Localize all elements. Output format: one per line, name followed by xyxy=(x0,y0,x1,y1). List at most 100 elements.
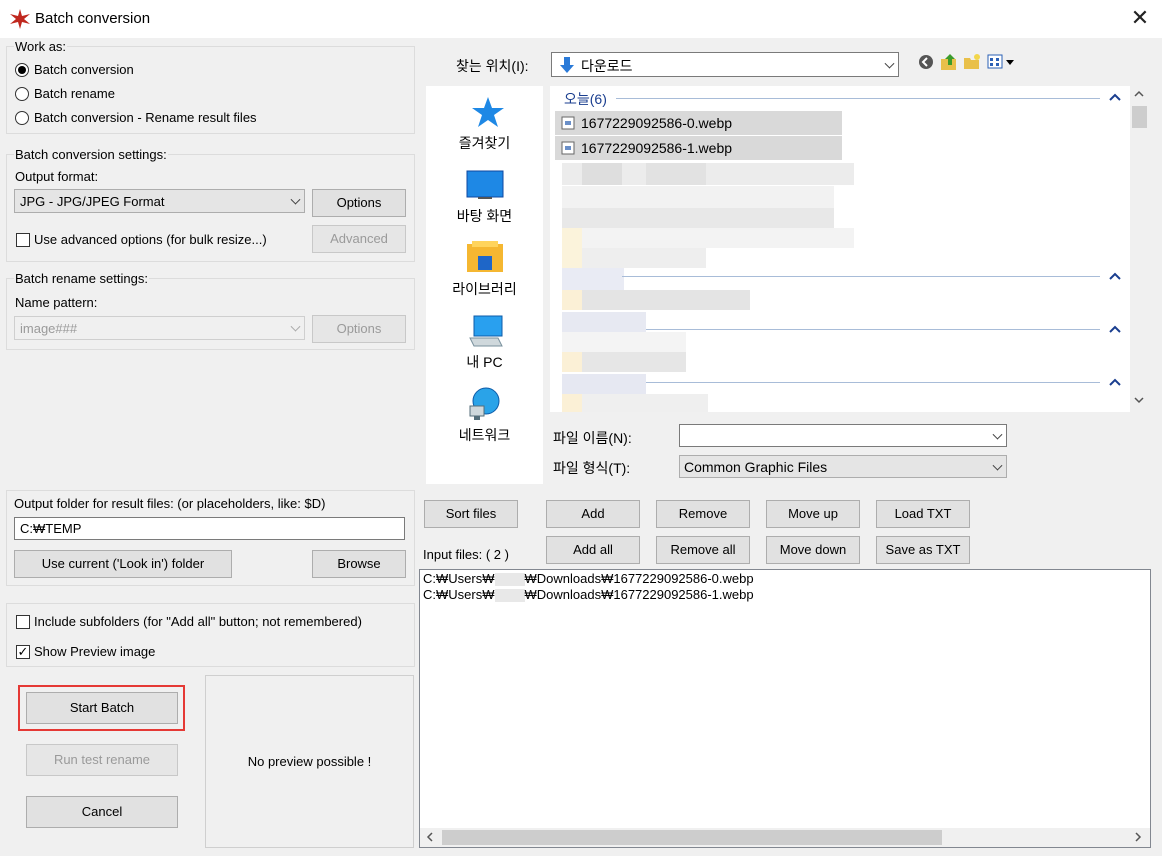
rename-options-button[interactable]: Options xyxy=(312,315,406,343)
view-menu-icon[interactable] xyxy=(987,54,1015,70)
scroll-thumb[interactable] xyxy=(1132,106,1147,128)
blurred-item xyxy=(562,268,624,290)
network-icon[interactable] xyxy=(466,386,504,422)
output-format-value: JPG - JPG/JPEG Format xyxy=(20,194,165,209)
start-batch-button[interactable]: Start Batch xyxy=(26,692,178,724)
chevron-down-icon xyxy=(290,321,301,332)
add-all-button[interactable]: Add all xyxy=(546,536,640,564)
output-folder-field[interactable]: C:₩TEMP xyxy=(14,517,405,540)
include-subfolders-checkbox[interactable] xyxy=(16,615,30,629)
work-as-label: Work as: xyxy=(14,39,68,54)
remove-button[interactable]: Remove xyxy=(656,500,750,528)
scroll-down-icon[interactable] xyxy=(1134,396,1144,404)
scroll-right-icon[interactable] xyxy=(1134,832,1142,842)
input-file-prefix: C:₩Users₩ xyxy=(423,571,495,586)
collapse-icon[interactable] xyxy=(1109,272,1121,280)
radio-batch-rename-label[interactable]: Batch rename xyxy=(34,86,115,101)
chevron-down-icon xyxy=(290,194,301,205)
download-arrow-icon xyxy=(560,57,574,73)
input-files-label: Input files: ( 2 ) xyxy=(423,547,509,562)
library-icon[interactable] xyxy=(466,240,504,274)
advanced-options-checkbox[interactable] xyxy=(16,233,30,247)
input-file-prefix: C:₩Users₩ xyxy=(423,587,495,602)
name-pattern-select[interactable]: image### xyxy=(14,316,305,340)
radio-batch-conversion-label[interactable]: Batch conversion xyxy=(34,62,134,77)
look-in-label: 찾는 위치(I): xyxy=(456,58,529,74)
use-current-folder-button[interactable]: Use current ('Look in') folder xyxy=(14,550,232,578)
close-icon[interactable]: ✕ xyxy=(1128,6,1152,30)
scroll-left-icon[interactable] xyxy=(426,832,434,842)
file-list-scrollbar[interactable] xyxy=(1130,86,1148,412)
name-pattern-label: Name pattern: xyxy=(15,295,98,310)
look-in-select[interactable]: 다운로드 xyxy=(551,52,899,77)
move-up-button[interactable]: Move up xyxy=(766,500,860,528)
advanced-button[interactable]: Advanced xyxy=(312,225,406,253)
output-folder-value: C:₩TEMP xyxy=(20,521,82,536)
blurred-item xyxy=(562,208,834,228)
group-header-today[interactable]: 오늘(6) xyxy=(564,89,607,109)
place-this-pc[interactable]: 내 PC xyxy=(426,352,543,372)
format-options-button[interactable]: Options xyxy=(312,189,406,217)
desktop-icon[interactable] xyxy=(466,170,504,200)
filetype-label: 파일 형식(T): xyxy=(553,460,631,476)
browse-button[interactable]: Browse xyxy=(312,550,406,578)
cancel-button[interactable]: Cancel xyxy=(26,796,178,828)
blurred-item xyxy=(562,186,834,208)
radio-conversion-rename[interactable] xyxy=(15,111,29,125)
scroll-up-icon[interactable] xyxy=(1134,90,1144,98)
filetype-value: Common Graphic Files xyxy=(684,459,828,475)
filename-input[interactable] xyxy=(679,424,1007,447)
blurred-item xyxy=(562,394,708,412)
radio-batch-conversion[interactable] xyxy=(15,63,29,77)
group-divider xyxy=(622,276,1100,277)
collapse-icon[interactable] xyxy=(1109,93,1121,101)
place-desktop[interactable]: 바탕 화면 xyxy=(426,206,543,226)
window-title: Batch conversion xyxy=(35,10,151,27)
input-file-row[interactable]: C:₩Users₩ ₩Downloads₩1677229092586-1.webp xyxy=(423,587,754,603)
radio-batch-rename[interactable] xyxy=(15,87,29,101)
run-test-rename-button[interactable]: Run test rename xyxy=(26,744,178,776)
blurred-item xyxy=(562,312,646,332)
place-favorites[interactable]: 즐겨찾기 xyxy=(426,133,543,153)
file-name[interactable]: 1677229092586-1.webp xyxy=(581,140,732,156)
collapse-icon[interactable] xyxy=(1109,378,1121,386)
output-format-select[interactable]: JPG - JPG/JPEG Format xyxy=(14,189,305,213)
output-folder-label: Output folder for result files: (or plac… xyxy=(14,496,326,511)
sort-files-button[interactable]: Sort files xyxy=(424,500,518,528)
hscroll-thumb[interactable] xyxy=(442,830,942,845)
radio-conversion-rename-label[interactable]: Batch conversion - Rename result files xyxy=(34,110,257,125)
app-icon xyxy=(10,9,30,29)
up-folder-icon[interactable] xyxy=(940,53,958,71)
blurred-item xyxy=(562,290,582,310)
include-subfolders-label[interactable]: Include subfolders (for "Add all" button… xyxy=(34,614,362,629)
save-txt-button[interactable]: Save as TXT xyxy=(876,536,970,564)
star-icon[interactable] xyxy=(470,96,506,128)
redacted-username xyxy=(494,589,525,603)
look-in-value: 다운로드 xyxy=(581,58,633,74)
place-libraries[interactable]: 라이브러리 xyxy=(426,279,543,299)
group-divider xyxy=(646,382,1100,383)
move-down-button[interactable]: Move down xyxy=(766,536,860,564)
input-files-list[interactable] xyxy=(419,569,1151,848)
show-preview-label[interactable]: Show Preview image xyxy=(34,644,155,659)
file-name[interactable]: 1677229092586-0.webp xyxy=(581,115,732,131)
input-file-suffix: ₩Downloads₩1677229092586-1.webp xyxy=(524,587,754,602)
file-icon xyxy=(561,141,575,155)
new-folder-icon[interactable] xyxy=(963,53,981,71)
load-txt-button[interactable]: Load TXT xyxy=(876,500,970,528)
pc-icon[interactable] xyxy=(468,314,504,348)
place-network[interactable]: 네트워크 xyxy=(426,425,543,445)
blurred-item xyxy=(582,290,750,310)
blurred-item xyxy=(562,228,582,268)
input-file-row[interactable]: C:₩Users₩ ₩Downloads₩1677229092586-0.webp xyxy=(423,571,754,587)
show-preview-checkbox[interactable]: ✓ xyxy=(16,645,30,659)
filetype-select[interactable]: Common Graphic Files xyxy=(679,455,1007,478)
add-button[interactable]: Add xyxy=(546,500,640,528)
input-file-suffix: ₩Downloads₩1677229092586-0.webp xyxy=(524,571,754,586)
remove-all-button[interactable]: Remove all xyxy=(656,536,750,564)
advanced-options-label[interactable]: Use advanced options (for bulk resize...… xyxy=(34,232,267,247)
back-icon[interactable] xyxy=(918,54,934,70)
collapse-icon[interactable] xyxy=(1109,325,1121,333)
group-divider xyxy=(616,98,1100,99)
blurred-item xyxy=(582,163,622,185)
